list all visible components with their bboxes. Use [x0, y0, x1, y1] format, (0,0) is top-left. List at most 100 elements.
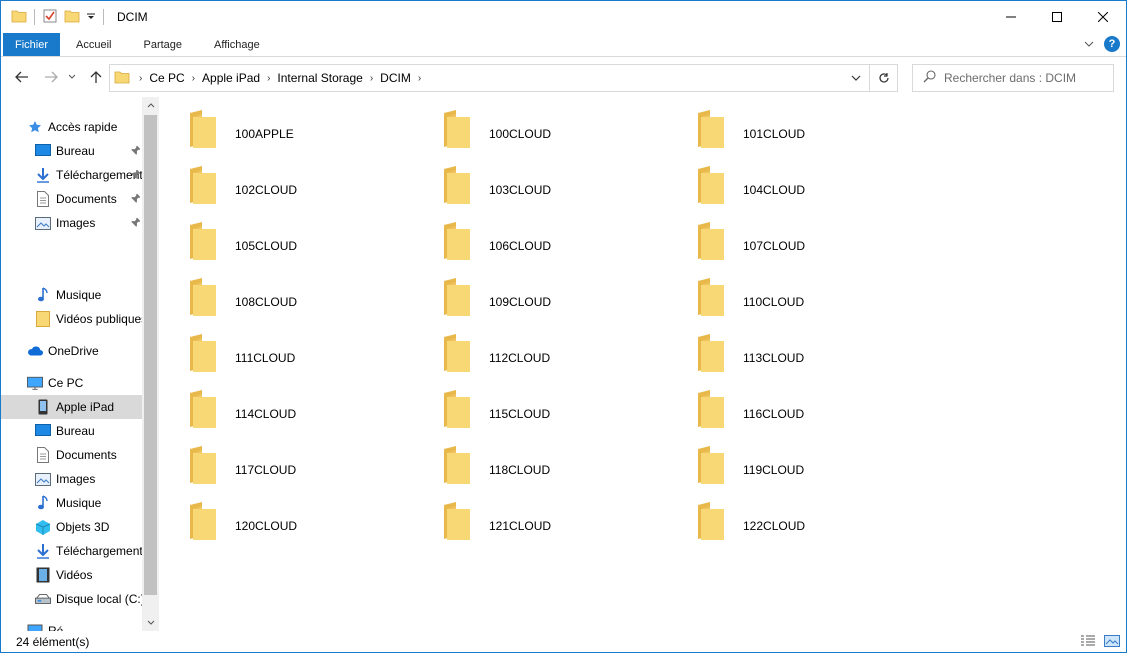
sidebar-item-5[interactable]: Musique	[1, 283, 142, 307]
folder-item[interactable]: 118CLOUD	[443, 445, 683, 495]
sidebar-item-10[interactable]: Bureau	[1, 419, 142, 443]
sidebar-item-label: Documents	[56, 192, 117, 206]
help-icon[interactable]: ?	[1104, 36, 1120, 52]
properties-icon[interactable]	[42, 8, 58, 27]
folder-item[interactable]: 114CLOUD	[189, 389, 429, 439]
folder-name: 101CLOUD	[743, 127, 806, 141]
sidebar-item-4[interactable]: Images	[1, 211, 142, 235]
chevron-right-icon[interactable]: ›	[367, 73, 376, 84]
folder-icon	[443, 109, 471, 152]
folder-item[interactable]: 100CLOUD	[443, 109, 683, 159]
folder-name: 103CLOUD	[489, 183, 552, 197]
breadcrumb: › Ce PC › Apple iPad › Internal Storage …	[110, 65, 424, 91]
details-view-icon[interactable]	[1080, 634, 1096, 651]
folder-icon	[443, 445, 471, 488]
sidebar-item-9[interactable]: Apple iPad	[1, 395, 142, 419]
folder-name: 105CLOUD	[235, 239, 298, 253]
folder-item[interactable]: 119CLOUD	[697, 445, 937, 495]
sidebar-item-12[interactable]: Images	[1, 467, 142, 491]
sidebar-item-15[interactable]: Téléchargements	[1, 539, 142, 563]
up-button[interactable]	[85, 66, 107, 88]
maximize-button[interactable]	[1034, 1, 1080, 33]
chevron-right-icon[interactable]: ›	[415, 73, 424, 84]
recent-locations-icon[interactable]	[64, 66, 80, 88]
breadcrumb-apple-ipad[interactable]: Apple iPad	[198, 71, 264, 85]
minimize-button[interactable]	[988, 1, 1034, 33]
window-title: DCIM	[117, 10, 148, 24]
folder-icon	[697, 109, 725, 152]
scroll-up-icon[interactable]	[142, 97, 159, 114]
folder-item[interactable]: 109CLOUD	[443, 277, 683, 327]
sidebar-item-18[interactable]: Ré	[1, 619, 142, 631]
folder-name: 110CLOUD	[743, 295, 805, 309]
forward-button[interactable]	[40, 66, 62, 88]
folder-item[interactable]: 102CLOUD	[189, 165, 429, 215]
folder-item[interactable]: 115CLOUD	[443, 389, 683, 439]
chevron-right-icon[interactable]: ›	[189, 73, 198, 84]
download-icon	[35, 543, 51, 559]
folder-item[interactable]: 101CLOUD	[697, 109, 937, 159]
document-icon	[35, 447, 51, 463]
folder-item[interactable]: 117CLOUD	[189, 445, 429, 495]
search-input[interactable]	[944, 71, 1104, 85]
customize-qat-icon[interactable]	[86, 10, 96, 24]
folder-item[interactable]: 105CLOUD	[189, 221, 429, 271]
folder-item[interactable]: 104CLOUD	[697, 165, 937, 215]
sidebar-item-2[interactable]: Téléchargements	[1, 163, 142, 187]
breadcrumb-dcim[interactable]: DCIM	[376, 71, 415, 85]
folder-item[interactable]: 112CLOUD	[443, 333, 683, 383]
nav-scrollbar[interactable]	[142, 97, 159, 631]
folder-item[interactable]: 108CLOUD	[189, 277, 429, 327]
sidebar-item-7[interactable]: OneDrive	[1, 339, 142, 363]
folder-item[interactable]: 116CLOUD	[697, 389, 937, 439]
refresh-button[interactable]	[870, 64, 898, 92]
window-controls	[988, 1, 1126, 33]
search-box[interactable]	[912, 64, 1114, 92]
sidebar-item-0[interactable]: Accès rapide	[1, 115, 142, 139]
tab-partage[interactable]: Partage	[127, 33, 198, 56]
folder-item[interactable]: 110CLOUD	[697, 277, 937, 327]
folder-item[interactable]: 121CLOUD	[443, 501, 683, 551]
folder-item[interactable]: 120CLOUD	[189, 501, 429, 551]
folder-name: 107CLOUD	[743, 239, 806, 253]
sidebar-item-3[interactable]: Documents	[1, 187, 142, 211]
expand-ribbon-icon[interactable]	[1084, 37, 1094, 51]
folder-item[interactable]: 106CLOUD	[443, 221, 683, 271]
folder-item[interactable]: 113CLOUD	[697, 333, 937, 383]
address-bar[interactable]: › Ce PC › Apple iPad › Internal Storage …	[109, 64, 870, 92]
chevron-right-icon[interactable]: ›	[264, 73, 273, 84]
sidebar-item-17[interactable]: Disque local (C:)	[1, 587, 142, 611]
tab-affichage[interactable]: Affichage	[198, 33, 276, 56]
chevron-right-icon[interactable]: ›	[136, 73, 145, 84]
sidebar-item-13[interactable]: Musique	[1, 491, 142, 515]
sidebar-item-8[interactable]: Ce PC	[1, 371, 142, 395]
address-dropdown-button[interactable]	[843, 65, 869, 91]
folder-icon	[189, 445, 217, 488]
scroll-down-icon[interactable]	[142, 614, 159, 631]
breadcrumb-internal-storage[interactable]: Internal Storage	[273, 71, 366, 85]
new-folder-icon[interactable]	[64, 8, 80, 27]
large-icons-view-icon[interactable]	[1104, 634, 1120, 651]
folder-item[interactable]: 103CLOUD	[443, 165, 683, 215]
quick-access-toolbar: DCIM	[1, 1, 148, 33]
folder-name: 104CLOUD	[743, 183, 806, 197]
sidebar-item-label: Ré	[48, 624, 64, 631]
sidebar-item-14[interactable]: Objets 3D	[1, 515, 142, 539]
folder-item[interactable]: 122CLOUD	[697, 501, 937, 551]
folder-item[interactable]: 100APPLE	[189, 109, 429, 159]
tab-accueil[interactable]: Accueil	[60, 33, 127, 56]
folder-item[interactable]: 107CLOUD	[697, 221, 937, 271]
folder-icon	[697, 221, 725, 264]
sidebar-item-label: Téléchargements	[56, 168, 142, 182]
sidebar-item-16[interactable]: Vidéos	[1, 563, 142, 587]
scroll-thumb[interactable]	[144, 115, 157, 595]
sidebar-item-11[interactable]: Documents	[1, 443, 142, 467]
back-button[interactable]	[11, 66, 33, 88]
close-button[interactable]	[1080, 1, 1126, 33]
breadcrumb-ce-pc[interactable]: Ce PC	[145, 71, 188, 85]
sidebar-item-1[interactable]: Bureau	[1, 139, 142, 163]
sidebar-item-6[interactable]: Vidéos publiques	[1, 307, 142, 331]
tab-fichier[interactable]: Fichier	[3, 33, 61, 56]
folder-item[interactable]: 111CLOUD	[189, 333, 429, 383]
search-icon	[923, 70, 936, 86]
